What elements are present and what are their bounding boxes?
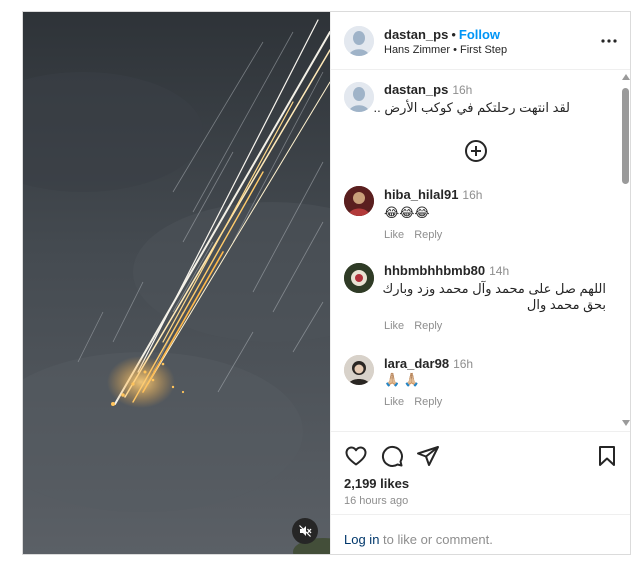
avatar[interactable]: [344, 263, 374, 293]
profile-photo-icon: [344, 263, 374, 293]
comments-list[interactable]: dastan_ps 16h لقد انتهت رحلتكم في كوكب ال…: [331, 70, 630, 432]
plus-circle-icon: [465, 140, 487, 162]
login-suffix: to like or comment.: [379, 532, 493, 547]
comment-text-line: اللهم صل على محمد وآل محمد وزد وبارك: [382, 281, 606, 296]
avatar[interactable]: [344, 186, 374, 216]
reply-button[interactable]: Reply: [414, 320, 442, 332]
scroll-up-arrow[interactable]: [622, 74, 630, 80]
comment-username[interactable]: hhbmbhhbmb80: [384, 263, 485, 278]
like-comment-button[interactable]: Like: [384, 396, 404, 408]
post-header: dastan_ps • Follow Hans Zimmer • First Ste…: [331, 12, 630, 70]
comments-scrollbar[interactable]: [619, 70, 630, 431]
profile-photo-icon: [344, 355, 374, 385]
reply-button[interactable]: Reply: [414, 229, 442, 241]
comment-username[interactable]: hiba_hilal91: [384, 187, 458, 202]
caption-author: dastan_ps 16h: [384, 82, 472, 97]
more-options-button[interactable]: [599, 32, 619, 50]
share-button[interactable]: [416, 444, 440, 468]
muted-speaker-icon: [299, 525, 312, 537]
comment-actions: Like Reply: [384, 229, 452, 241]
profile-photo-icon: [344, 186, 374, 216]
like-button[interactable]: [344, 444, 368, 468]
follow-button[interactable]: Follow: [459, 27, 500, 42]
expand-caption-button[interactable]: [464, 139, 488, 163]
caption-time: 16h: [452, 83, 473, 97]
comment-username[interactable]: lara_dar98: [384, 356, 449, 371]
likes-count[interactable]: 2,199 likes: [344, 476, 409, 491]
login-link[interactable]: Log in: [344, 532, 379, 547]
comment-bubble-icon: [381, 445, 403, 467]
reply-button[interactable]: Reply: [414, 396, 442, 408]
paper-plane-icon: [417, 446, 439, 466]
audio-artist: Hans Zimmer: [384, 44, 451, 56]
like-comment-button[interactable]: Like: [384, 320, 404, 332]
comment-author: hhbmbhhbmb80 14h: [384, 263, 509, 278]
login-prompt-text: Log in to like or comment.: [344, 532, 493, 547]
scroll-thumb[interactable]: [622, 88, 629, 184]
video-frame-meteor-streaks: [23, 12, 330, 554]
post-side-panel: dastan_ps • Follow Hans Zimmer • First Ste…: [330, 12, 630, 554]
header-username-row: dastan_ps • Follow: [384, 27, 500, 42]
login-prompt: Log in to like or comment.: [331, 514, 630, 554]
avatar[interactable]: [344, 26, 374, 56]
header-username[interactable]: dastan_ps: [384, 27, 448, 42]
post-timestamp: 16 hours ago: [344, 495, 409, 507]
heart-icon: [345, 446, 367, 466]
separator-dot: •: [453, 44, 457, 56]
default-avatar-icon: [344, 82, 374, 112]
comment-author: hiba_hilal91 16h: [384, 187, 482, 202]
avatar[interactable]: [344, 355, 374, 385]
comment-author: lara_dar98 16h: [384, 356, 473, 371]
audio-attribution[interactable]: Hans Zimmer • First Step: [384, 44, 507, 56]
like-comment-button[interactable]: Like: [384, 229, 404, 241]
avatar[interactable]: [344, 82, 374, 112]
bookmark-icon: [599, 446, 615, 466]
more-options-icon: [601, 39, 617, 43]
comment-actions: Like Reply: [384, 396, 452, 408]
instagram-embed: dastan_ps • Follow Hans Zimmer • First Ste…: [22, 11, 631, 555]
comment-time: 14h: [489, 264, 510, 278]
caption-text: لقد انتهت رحلتكم في كوكب الأرض ..: [373, 100, 570, 115]
save-button[interactable]: [595, 444, 619, 468]
default-avatar-icon: [344, 26, 374, 56]
caption-username[interactable]: dastan_ps: [384, 82, 448, 97]
mute-button[interactable]: [292, 518, 318, 544]
comment-text: 🙏🏼 🙏🏼: [384, 372, 420, 387]
comment-button[interactable]: [380, 444, 404, 468]
comment-text: 😂😂😂: [384, 205, 430, 220]
comment-text-line: بحق محمد وال: [526, 297, 606, 312]
comment-actions: Like Reply: [384, 320, 452, 332]
post-video[interactable]: [23, 12, 330, 554]
audio-track: First Step: [460, 44, 508, 56]
separator-dot: •: [451, 27, 456, 42]
comment-time: 16h: [453, 357, 474, 371]
scroll-down-arrow[interactable]: [622, 420, 630, 426]
comment-time: 16h: [462, 188, 483, 202]
